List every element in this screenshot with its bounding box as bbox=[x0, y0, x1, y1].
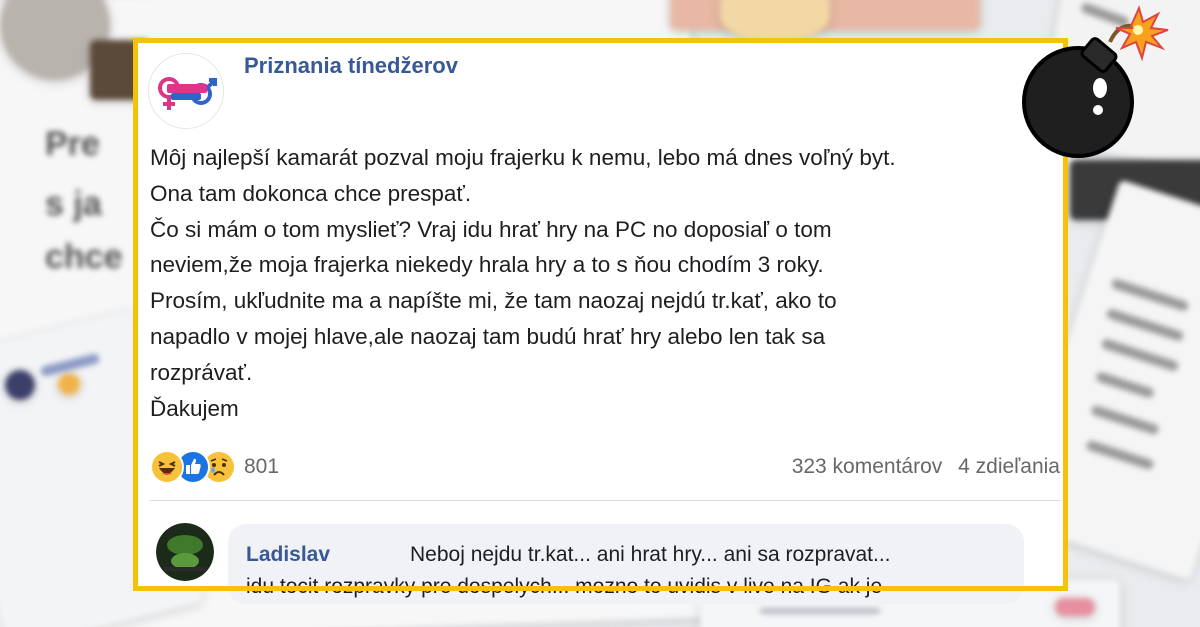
post-text-line: rozprávať. bbox=[150, 359, 253, 385]
post-text-line: Ďakujem bbox=[150, 395, 239, 421]
avatar[interactable] bbox=[156, 523, 214, 581]
post-text: Môj najlepší kamarát pozval moju frajerk… bbox=[150, 140, 1055, 426]
post-text-line: Môj najlepší kamarát pozval moju frajerk… bbox=[150, 145, 896, 170]
post-text-line: Čo si mám o tom myslieť? Vraj idu hrať h… bbox=[150, 216, 832, 242]
comments-count-link[interactable]: 323 komentárov bbox=[792, 455, 943, 478]
comment-author-link[interactable]: Ladislav bbox=[246, 543, 330, 567]
divider bbox=[150, 500, 1060, 501]
commenter-avatar-icon bbox=[156, 523, 214, 581]
haha-icon bbox=[150, 450, 184, 484]
shares-count-link[interactable]: 4 zdieľania bbox=[958, 455, 1060, 478]
reactions-count: 801 bbox=[244, 455, 280, 478]
priznania-logo-icon bbox=[150, 55, 223, 128]
reactions-summary[interactable]: 801 bbox=[150, 450, 279, 484]
page-logo[interactable] bbox=[148, 53, 224, 129]
bottom-mask bbox=[138, 586, 1063, 627]
post-text-line: Ona tam dokonca chce prespať. bbox=[150, 180, 472, 206]
comment-text-line: Neboj nejdu tr.kat... ani hrat hry... an… bbox=[410, 543, 891, 566]
post-text-line: neviem,že moja frajerka niekedy hrala hr… bbox=[150, 252, 824, 278]
page-name-link[interactable]: Priznania tínedžerov bbox=[244, 53, 458, 79]
frame-bottom bbox=[133, 586, 1068, 591]
post-text-line: Prosím, ukľudnite ma a napíšte mi, že ta… bbox=[150, 288, 837, 314]
bomb-icon bbox=[1018, 4, 1178, 164]
post-text-line: napadlo v mojej hlave,ale naozaj tam bud… bbox=[150, 323, 826, 349]
post-stats: 323 komentárov 4 zdieľania bbox=[782, 455, 1060, 479]
